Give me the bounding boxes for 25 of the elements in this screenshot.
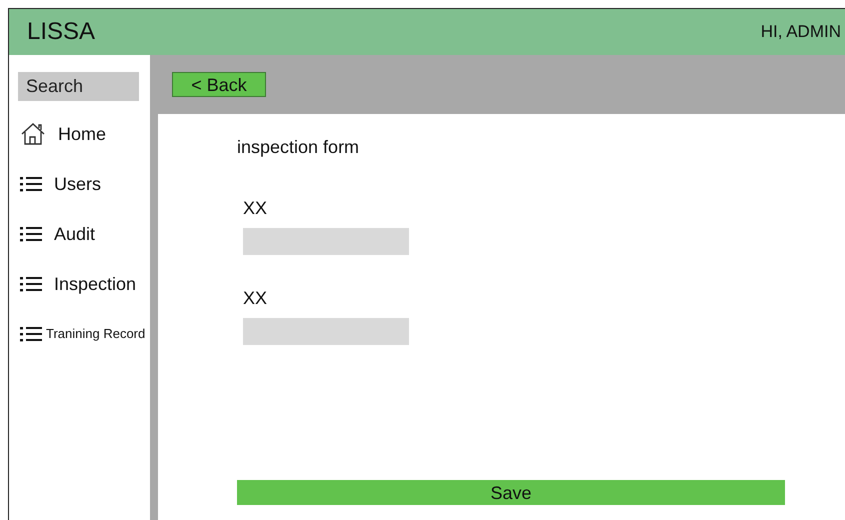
sidebar-item[interactable]: Inspection — [18, 259, 150, 309]
sidebar-item[interactable]: Home — [18, 109, 150, 159]
sidebar-label: Tranining Record — [46, 325, 146, 344]
sidebar-item[interactable]: Users — [18, 159, 150, 209]
back-button[interactable]: < Back — [172, 72, 266, 97]
home-icon — [20, 122, 46, 146]
list-icon — [20, 226, 42, 242]
greeting-text: HI, ADMIN — [760, 21, 841, 44]
sidebar-label: Audit — [54, 222, 96, 246]
list-icon — [20, 276, 42, 292]
search-field[interactable]: Search — [18, 72, 139, 101]
input-field[interactable] — [243, 318, 409, 345]
sidebar-label: Home — [58, 122, 106, 146]
save-button[interactable]: Save — [237, 480, 785, 505]
sidebar-item[interactable]: Audit — [18, 209, 150, 259]
sidebar-label: Inspection — [54, 272, 136, 296]
form-title: inspection form — [237, 136, 360, 159]
sidebar-item[interactable]: Tranining Record — [18, 309, 150, 359]
field-label: XX — [243, 197, 268, 220]
field-label: XX — [243, 287, 268, 310]
list-icon — [20, 326, 42, 342]
list-icon — [20, 176, 42, 192]
app-title: LISSA — [27, 17, 96, 47]
input-field[interactable] — [243, 228, 409, 255]
sidebar-label: Users — [54, 172, 102, 196]
